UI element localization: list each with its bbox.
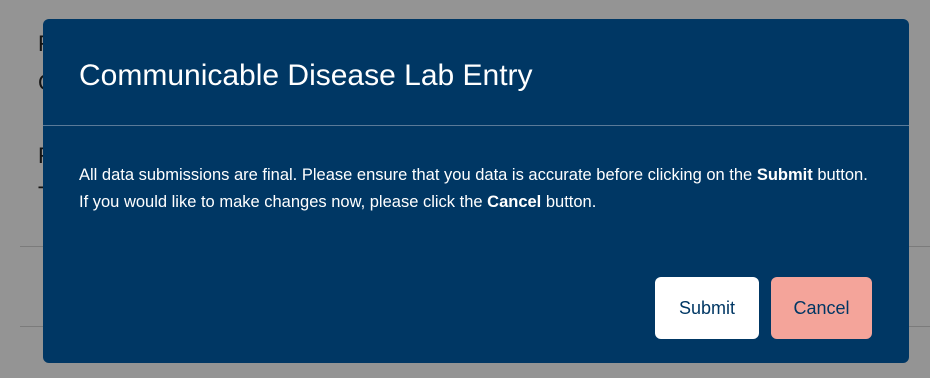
message-text: button. bbox=[541, 193, 597, 211]
dialog-footer: Submit Cancel bbox=[655, 277, 872, 339]
message-cancel-emphasis: Cancel bbox=[487, 193, 542, 211]
message-submit-emphasis: Submit bbox=[756, 166, 813, 184]
dialog-body: All data submissions are final. Please e… bbox=[43, 126, 909, 216]
message-text: All data submissions are final. Please e… bbox=[79, 166, 757, 184]
submit-button[interactable]: Submit bbox=[655, 277, 759, 339]
dialog-header: Communicable Disease Lab Entry bbox=[43, 19, 909, 126]
dialog-title: Communicable Disease Lab Entry bbox=[79, 59, 533, 92]
cancel-button[interactable]: Cancel bbox=[771, 277, 872, 339]
confirmation-dialog: Communicable Disease Lab Entry All data … bbox=[43, 19, 909, 363]
dialog-message: All data submissions are final. Please e… bbox=[79, 162, 879, 216]
